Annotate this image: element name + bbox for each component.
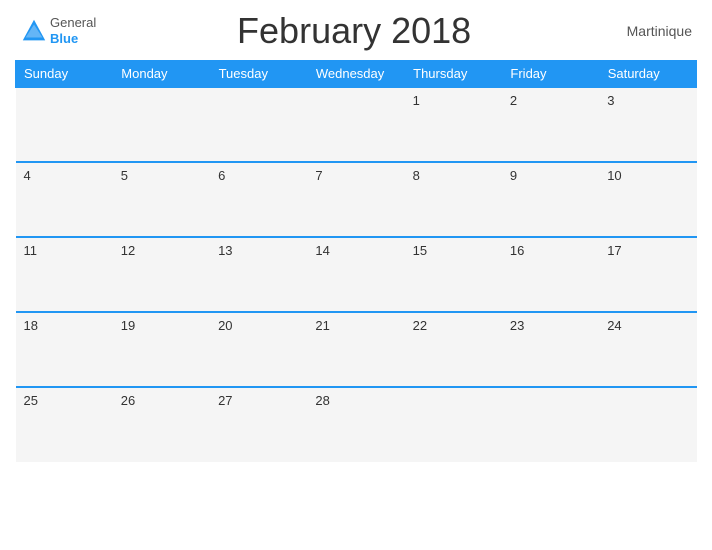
day-number: 24 xyxy=(607,318,621,333)
calendar-container: General Blue February 2018 Martinique Su… xyxy=(0,0,712,550)
calendar-cell-w3-d4: 14 xyxy=(307,237,404,312)
header-tuesday: Tuesday xyxy=(210,61,307,88)
day-number: 14 xyxy=(315,243,329,258)
calendar-cell-w5-d6 xyxy=(502,387,599,462)
day-number: 25 xyxy=(24,393,38,408)
calendar-cell-w5-d3: 27 xyxy=(210,387,307,462)
day-number: 17 xyxy=(607,243,621,258)
calendar-cell-w5-d5 xyxy=(405,387,502,462)
calendar-cell-w4-d6: 23 xyxy=(502,312,599,387)
logo: General Blue xyxy=(20,15,96,46)
calendar-cell-w3-d3: 13 xyxy=(210,237,307,312)
week-row-3: 11 12 13 14 15 16 17 xyxy=(16,237,697,312)
day-number: 26 xyxy=(121,393,135,408)
header-wednesday: Wednesday xyxy=(307,61,404,88)
day-number: 13 xyxy=(218,243,232,258)
day-number: 18 xyxy=(24,318,38,333)
calendar-cell-w4-d1: 18 xyxy=(16,312,113,387)
day-number: 22 xyxy=(413,318,427,333)
day-number: 8 xyxy=(413,168,420,183)
header-saturday: Saturday xyxy=(599,61,696,88)
day-number: 11 xyxy=(24,243,38,258)
header-sunday: Sunday xyxy=(16,61,113,88)
calendar-cell-w3-d1: 11 xyxy=(16,237,113,312)
day-number: 19 xyxy=(121,318,135,333)
week-row-1: 1 2 3 xyxy=(16,87,697,162)
calendar-cell-w2-d4: 7 xyxy=(307,162,404,237)
logo-icon xyxy=(20,17,48,45)
calendar-cell-w5-d7 xyxy=(599,387,696,462)
header-thursday: Thursday xyxy=(405,61,502,88)
day-number: 7 xyxy=(315,168,322,183)
header-monday: Monday xyxy=(113,61,210,88)
week-row-5: 25 26 27 28 xyxy=(16,387,697,462)
calendar-cell-w4-d5: 22 xyxy=(405,312,502,387)
calendar-cell-w5-d1: 25 xyxy=(16,387,113,462)
calendar-body: 1234567891011121314151617181920212223242… xyxy=(16,87,697,462)
logo-blue-text: Blue xyxy=(50,31,96,47)
day-number: 12 xyxy=(121,243,135,258)
day-number: 6 xyxy=(218,168,225,183)
calendar-cell-w1-d4 xyxy=(307,87,404,162)
week-row-2: 4 5 6 7 8 9 10 xyxy=(16,162,697,237)
day-number: 16 xyxy=(510,243,524,258)
day-number: 23 xyxy=(510,318,524,333)
day-number: 28 xyxy=(315,393,329,408)
calendar-cell-w3-d5: 15 xyxy=(405,237,502,312)
day-number: 4 xyxy=(24,168,31,183)
day-number: 1 xyxy=(413,93,420,108)
calendar-cell-w1-d6: 2 xyxy=(502,87,599,162)
week-row-4: 18 19 20 21 22 23 24 xyxy=(16,312,697,387)
calendar-cell-w4-d7: 24 xyxy=(599,312,696,387)
days-header-row: Sunday Monday Tuesday Wednesday Thursday… xyxy=(16,61,697,88)
calendar-cell-w1-d2 xyxy=(113,87,210,162)
calendar-table: Sunday Monday Tuesday Wednesday Thursday… xyxy=(15,60,697,462)
calendar-cell-w1-d3 xyxy=(210,87,307,162)
calendar-cell-w2-d3: 6 xyxy=(210,162,307,237)
calendar-title: February 2018 xyxy=(96,10,612,52)
calendar-cell-w2-d2: 5 xyxy=(113,162,210,237)
day-number: 10 xyxy=(607,168,621,183)
day-number: 27 xyxy=(218,393,232,408)
calendar-cell-w2-d5: 8 xyxy=(405,162,502,237)
calendar-cell-w5-d4: 28 xyxy=(307,387,404,462)
calendar-cell-w4-d4: 21 xyxy=(307,312,404,387)
calendar-cell-w1-d5: 1 xyxy=(405,87,502,162)
calendar-location: Martinique xyxy=(612,23,692,39)
day-number: 20 xyxy=(218,318,232,333)
calendar-cell-w3-d7: 17 xyxy=(599,237,696,312)
header-friday: Friday xyxy=(502,61,599,88)
calendar-cell-w1-d1 xyxy=(16,87,113,162)
day-number: 2 xyxy=(510,93,517,108)
logo-general-text: General xyxy=(50,15,96,31)
calendar-header: General Blue February 2018 Martinique xyxy=(15,10,697,52)
calendar-cell-w3-d6: 16 xyxy=(502,237,599,312)
calendar-cell-w4-d2: 19 xyxy=(113,312,210,387)
calendar-cell-w5-d2: 26 xyxy=(113,387,210,462)
day-number: 21 xyxy=(315,318,329,333)
day-number: 5 xyxy=(121,168,128,183)
calendar-cell-w2-d7: 10 xyxy=(599,162,696,237)
day-number: 9 xyxy=(510,168,517,183)
calendar-cell-w4-d3: 20 xyxy=(210,312,307,387)
calendar-cell-w3-d2: 12 xyxy=(113,237,210,312)
calendar-cell-w2-d6: 9 xyxy=(502,162,599,237)
day-number: 15 xyxy=(413,243,427,258)
calendar-cell-w1-d7: 3 xyxy=(599,87,696,162)
calendar-cell-w2-d1: 4 xyxy=(16,162,113,237)
day-number: 3 xyxy=(607,93,614,108)
